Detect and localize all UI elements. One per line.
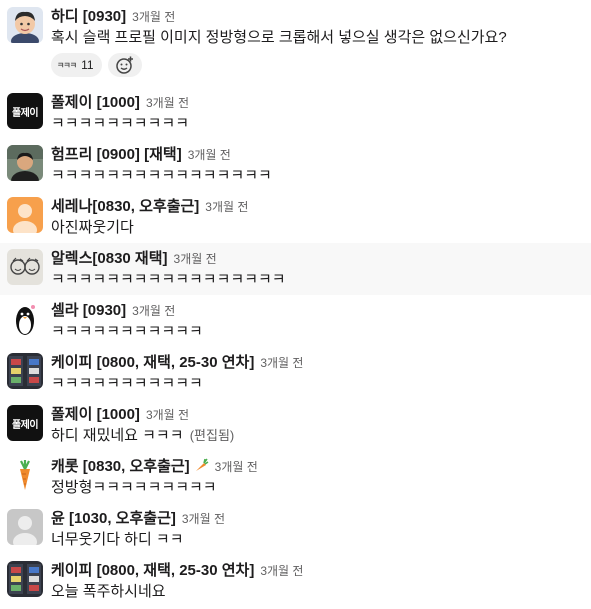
message-item[interactable]: 윤 [1030, 오후출근] 3개월 전 너무웃기다 하디 ㅋㅋ — [0, 509, 591, 555]
author-name[interactable]: 하디 [0930] — [51, 8, 126, 25]
message-item[interactable]: 알렉스[0830 재택] 3개월 전 ㅋㅋㅋㅋㅋㅋㅋㅋㅋㅋㅋㅋㅋㅋㅋㅋㅋ — [0, 243, 591, 295]
timestamp[interactable]: 3개월 전 — [174, 252, 217, 266]
avatar[interactable] — [7, 249, 43, 285]
author-name[interactable]: 세레나[0830, 오후출근] — [51, 198, 199, 215]
timestamp[interactable]: 3개월 전 — [146, 96, 189, 110]
author-name[interactable]: 셀라 [0930] — [51, 302, 126, 319]
author-name[interactable]: 험프리 [0900] [재택] — [51, 146, 182, 163]
message-item[interactable]: 하디 [0930] 3개월 전 혹시 슬랙 프로필 이미지 정방형으로 크롭해서 … — [0, 7, 591, 87]
timestamp[interactable]: 3개월 전 — [146, 408, 189, 422]
reaction-pill[interactable]: ㅋㅋㅋ 11 — [51, 53, 102, 77]
timestamp[interactable]: 3개월 전 — [188, 148, 231, 162]
avatar[interactable]: 폴제이 — [7, 93, 43, 129]
author-name[interactable]: 케이피 [0800, 재택, 25-30 연차] — [51, 354, 254, 371]
avatar[interactable] — [7, 509, 43, 545]
message-item[interactable]: 세레나[0830, 오후출근] 3개월 전 아진짜웃기다 — [0, 197, 591, 243]
avatar[interactable] — [7, 197, 43, 233]
timestamp[interactable]: 3개월 전 — [132, 304, 175, 318]
avatar[interactable] — [7, 7, 43, 43]
timestamp[interactable]: 3개월 전 — [182, 512, 225, 526]
message-text: 아진짜웃기다 — [51, 219, 134, 236]
message-item[interactable]: 케이피 [0800, 재택, 25-30 연차] 3개월 전 ㅋㅋㅋㅋㅋㅋㅋㅋㅋㅋ… — [0, 353, 591, 399]
message-text: 하디 재밌네요 ㅋㅋㅋ (편집됨) — [51, 426, 234, 446]
message-text: 오늘 폭주하시네요 — [51, 583, 166, 600]
reaction-count: 11 — [81, 58, 94, 72]
message-item[interactable]: 폴제이 폴제이 [1000] 3개월 전 ㅋㅋㅋㅋㅋㅋㅋㅋㅋㅋ — [0, 93, 591, 139]
message-text: 너무웃기다 하디 ㅋㅋ — [51, 531, 184, 548]
message-text: ㅋㅋㅋㅋㅋㅋㅋㅋㅋㅋㅋㅋㅋㅋㅋㅋ — [51, 167, 272, 184]
timestamp[interactable]: 3개월 전 — [260, 356, 303, 370]
avatar[interactable] — [7, 301, 43, 337]
timestamp[interactable]: 3개월 전 — [215, 460, 258, 474]
message-text: ㅋㅋㅋㅋㅋㅋㅋㅋㅋㅋㅋㅋㅋㅋㅋㅋㅋ — [51, 271, 286, 288]
author-name[interactable]: 폴제이 [1000] — [51, 94, 140, 111]
message-item[interactable]: 폴제이 폴제이 [1000] 3개월 전 하디 재밌네요 ㅋㅋㅋ (편집됨) — [0, 405, 591, 451]
author-name[interactable]: 케이피 [0800, 재택, 25-30 연차] — [51, 562, 254, 579]
message-item[interactable]: 험프리 [0900] [재택] 3개월 전 ㅋㅋㅋㅋㅋㅋㅋㅋㅋㅋㅋㅋㅋㅋㅋㅋ — [0, 145, 591, 191]
carrot-icon — [195, 458, 209, 471]
edited-label: (편집됨) — [189, 428, 235, 443]
message-content: 하디 재밌네요 ㅋㅋㅋ — [51, 427, 184, 444]
author-name[interactable]: 캐롯 [0830, 오후출근] — [51, 458, 190, 475]
message-item[interactable]: 케이피 [0800, 재택, 25-30 연차] 3개월 전 오늘 폭주하시네요 — [0, 561, 591, 607]
message-feed: 하디 [0930] 3개월 전 혹시 슬랙 프로필 이미지 정방형으로 크롭해서 … — [0, 0, 591, 609]
timestamp[interactable]: 3개월 전 — [205, 200, 248, 214]
add-reaction-button[interactable] — [107, 53, 142, 77]
avatar[interactable] — [7, 561, 43, 597]
author-name[interactable]: 폴제이 [1000] — [51, 406, 140, 423]
message-text: ㅋㅋㅋㅋㅋㅋㅋㅋㅋㅋㅋ — [51, 323, 203, 340]
message-text: 정방형ㅋㅋㅋㅋㅋㅋㅋㅋㅋ — [51, 479, 217, 496]
message-text: 혹시 슬랙 프로필 이미지 정방형으로 크롭해서 넣으실 생각은 없으신가요? — [51, 29, 507, 46]
author-name[interactable]: 알렉스[0830 재택] — [51, 250, 168, 267]
avatar[interactable] — [7, 353, 43, 389]
avatar[interactable] — [7, 145, 43, 181]
avatar[interactable]: 폴제이 — [7, 405, 43, 441]
timestamp[interactable]: 3개월 전 — [132, 10, 175, 24]
message-text: ㅋㅋㅋㅋㅋㅋㅋㅋㅋㅋ — [51, 115, 190, 132]
reaction-bar: ㅋㅋㅋ 11 — [51, 53, 142, 77]
message-item[interactable]: 캐롯 [0830, 오후출근] 3개월 전 정방형ㅋㅋㅋㅋㅋㅋㅋㅋㅋ — [0, 457, 591, 503]
reaction-emoji: ㅋㅋㅋ — [57, 60, 77, 70]
avatar[interactable] — [7, 457, 43, 493]
message-item[interactable]: 셀라 [0930] 3개월 전 ㅋㅋㅋㅋㅋㅋㅋㅋㅋㅋㅋ — [0, 301, 591, 347]
timestamp[interactable]: 3개월 전 — [260, 564, 303, 578]
message-text: ㅋㅋㅋㅋㅋㅋㅋㅋㅋㅋㅋ — [51, 375, 203, 392]
add-reaction-icon — [115, 56, 133, 74]
author-name[interactable]: 윤 [1030, 오후출근] — [51, 510, 176, 527]
